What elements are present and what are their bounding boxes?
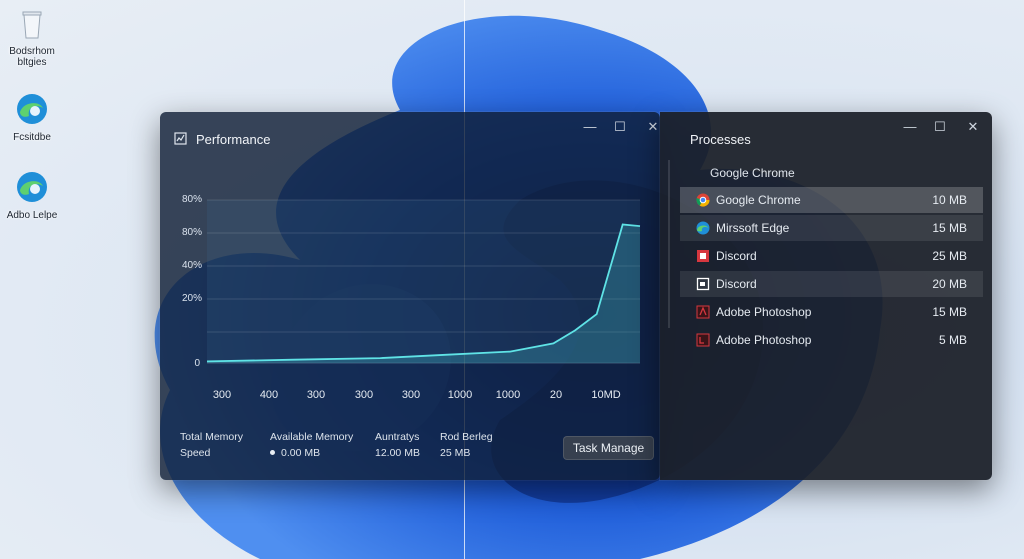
desktop-icon-recycle-bin[interactable]: Bodsrhom bltgies	[4, 6, 60, 68]
close-button[interactable]: ✕	[961, 116, 985, 138]
desktop-icon-edge[interactable]: Fcsitdbe	[4, 92, 60, 143]
process-name: Adobe Photoshop	[716, 305, 812, 319]
discord-icon	[696, 277, 710, 291]
process-memory: 15 MB	[932, 221, 967, 235]
process-memory: 20 MB	[932, 277, 967, 291]
desktop-icon-label: Bodsrhom bltgies	[9, 46, 55, 68]
y-tick-label: 0	[194, 358, 200, 369]
x-tick-label: 300	[306, 389, 326, 401]
photoshop-icon	[696, 305, 710, 319]
minimize-button[interactable]: —	[898, 116, 922, 138]
desktop-icon-label: Adbo Lelpe	[6, 210, 58, 221]
rod-label: Rod Berleg	[440, 431, 493, 443]
process-row[interactable]: Discord 25 MB	[680, 243, 983, 269]
performance-titlebar[interactable]: Performance — ☐ ✕	[160, 112, 660, 160]
process-memory: 15 MB	[932, 305, 967, 319]
available-memory-label: Available Memory	[270, 431, 354, 443]
task-manager-button[interactable]: Task Manage	[563, 436, 654, 460]
process-row[interactable]: Adobe Photoshop 15 MB	[680, 299, 983, 325]
y-tick-label: 80%	[181, 194, 202, 205]
performance-icon	[174, 132, 187, 145]
photoshop-icon	[696, 333, 710, 347]
discord-icon	[697, 250, 709, 262]
edge-icon	[696, 221, 710, 235]
process-name: Adobe Photoshop	[716, 333, 812, 347]
process-row[interactable]: Google Chrome 10 MB	[680, 187, 983, 213]
total-memory-label: Total Memory	[180, 431, 244, 443]
process-memory: 5 MB	[938, 333, 967, 347]
y-tick-label: 20%	[181, 293, 202, 304]
auntrays-value: 12.00 MB	[375, 447, 420, 459]
processes-subtitle: Google Chrome	[710, 166, 795, 180]
memory-area-fill	[207, 224, 640, 363]
minimize-button[interactable]: —	[578, 116, 602, 138]
processes-window: Processes — ☐ ✕ Google Chrome Google Chr…	[660, 112, 992, 480]
performance-title: Performance	[196, 132, 271, 147]
process-name: Mirssoft Edge	[716, 221, 790, 235]
process-row[interactable]: Discord 20 MB	[680, 271, 983, 297]
panel-separator	[668, 160, 670, 328]
maximize-button[interactable]: ☐	[608, 116, 632, 138]
bullet-dot	[270, 450, 275, 455]
x-tick-label: 1000	[495, 389, 521, 401]
x-tick-label: 1000	[447, 389, 473, 401]
processes-title: Processes	[690, 132, 751, 147]
process-memory: 25 MB	[932, 249, 967, 263]
process-row[interactable]: Adobe Photoshop 5 MB	[680, 327, 983, 353]
x-tick-label: 300	[401, 389, 421, 401]
desktop-icon-label: Fcsitdbe	[13, 132, 51, 143]
desktop-icon-edge-2[interactable]: Adbo Lelpe	[4, 170, 60, 221]
available-memory-value: 0.00 MB	[270, 447, 320, 459]
y-tick-label: 80%	[181, 227, 202, 238]
y-tick-label: 40%	[181, 260, 202, 271]
x-tick-label: 300	[212, 389, 232, 401]
x-tick-label: 20	[549, 389, 563, 401]
x-tick-label: 10MD	[591, 389, 621, 401]
rod-value: 25 MB	[440, 447, 471, 459]
chrome-icon	[696, 193, 710, 207]
maximize-button[interactable]: ☐	[928, 116, 952, 138]
process-name: Discord	[716, 249, 757, 263]
process-row[interactable]: Mirssoft Edge 15 MB	[680, 215, 983, 241]
memory-chart	[206, 199, 641, 364]
speed-label: Speed	[180, 447, 211, 459]
process-name: Google Chrome	[716, 193, 801, 207]
process-name: Discord	[716, 277, 757, 291]
edge-icon	[17, 94, 47, 124]
x-tick-label: 400	[259, 389, 279, 401]
x-tick-label: 300	[354, 389, 374, 401]
edge-icon	[17, 172, 47, 202]
available-memory-number: 0.00 MB	[281, 447, 321, 459]
process-memory: 10 MB	[932, 193, 967, 207]
auntrays-label: Auntratys	[375, 431, 420, 443]
recycle-bin-icon	[22, 11, 42, 39]
